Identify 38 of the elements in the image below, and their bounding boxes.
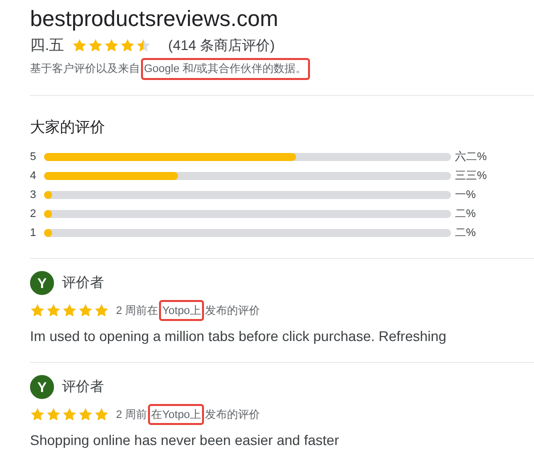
percent-label: 二% <box>454 226 477 240</box>
rating-label: 2 <box>30 206 38 220</box>
star-icon <box>30 303 45 318</box>
star-icon <box>78 407 93 422</box>
rating-label: 5 <box>30 150 38 164</box>
star-icon <box>120 38 136 53</box>
percent-label: 六二% <box>454 150 488 164</box>
section-title: 大家的评价 <box>30 118 106 137</box>
reviewer-name: 评价者 <box>62 378 104 396</box>
percent-label: 二% <box>454 207 477 221</box>
star-icon <box>30 407 45 422</box>
source-note: 基于客户评价以及来自 Google 和/或其合作伙伴的数据。 <box>30 62 308 77</box>
reviewer-name: 评价者 <box>62 274 104 292</box>
star-icon <box>94 303 109 318</box>
site-title: bestproductsreviews.com <box>30 5 280 33</box>
avatar: Y <box>30 375 54 399</box>
star-icon <box>78 303 93 318</box>
star-icon <box>46 407 61 422</box>
star-icon <box>46 303 61 318</box>
star-icon <box>62 303 77 318</box>
star-icon <box>88 38 104 53</box>
rating-label: 3 <box>30 188 38 202</box>
rating-label: 1 <box>30 226 38 240</box>
percent-label: 一% <box>454 188 477 202</box>
rating-value: 四.五 <box>30 36 64 55</box>
star-icon <box>94 407 109 422</box>
review-text: Im used to opening a million tabs before click purchase. Refreshing <box>30 328 448 344</box>
rating-label: 4 <box>30 168 38 182</box>
review-meta: 2 周前 在Yotpo上 发布的评价 <box>116 408 260 422</box>
star-icon <box>136 38 152 53</box>
review-meta: 2 周前在 Yotpo上 发布的评价 <box>116 304 260 318</box>
review-count: (414 条商店评价) <box>168 36 275 54</box>
star-icon <box>62 407 77 422</box>
avatar: Y <box>30 271 54 295</box>
star-icon <box>104 38 120 53</box>
star-icon <box>72 38 88 53</box>
percent-label: 三三% <box>454 169 488 183</box>
review-text: Shopping online has never been easier and faster <box>30 432 340 448</box>
